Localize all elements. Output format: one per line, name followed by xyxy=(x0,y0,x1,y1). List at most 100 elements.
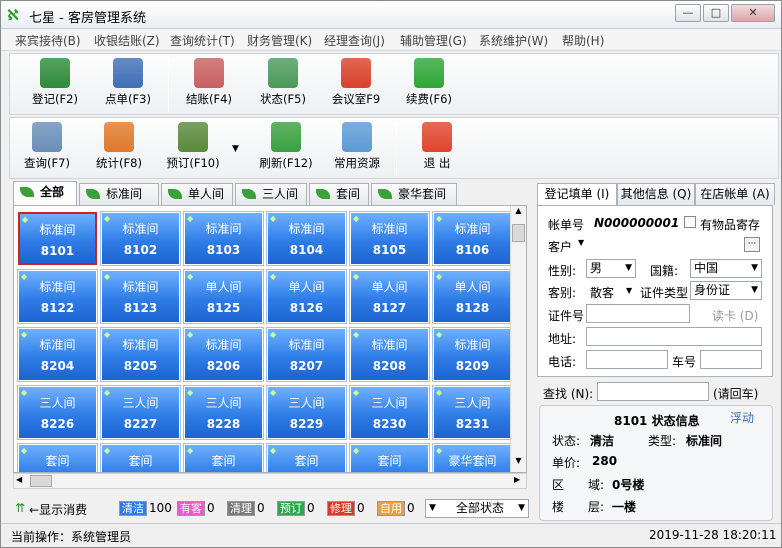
close-button[interactable]: ✕ xyxy=(731,4,775,22)
search-button[interactable]: 查询(F7) xyxy=(16,122,78,176)
menu-query-stats[interactable]: 查询统计(T) xyxy=(170,32,235,49)
tab-suite[interactable]: 套间 xyxy=(309,183,369,205)
tab-standard[interactable]: 标准间 xyxy=(79,183,159,205)
tab-all[interactable]: 全部 xyxy=(13,181,77,206)
room-flag-icon: ◆ xyxy=(104,272,111,281)
phone-input[interactable] xyxy=(586,350,668,369)
room-tile[interactable]: ◆ 标准间 8123 xyxy=(101,270,180,323)
gender-select[interactable]: 男 ▼ xyxy=(586,259,636,278)
nationality-select[interactable]: 中国 ▼ xyxy=(690,259,762,278)
guest-input[interactable] xyxy=(588,236,742,255)
find-input[interactable] xyxy=(597,382,709,401)
room-tile[interactable]: ◆ 标准间 8207 xyxy=(267,328,346,381)
recycle-refresh-icon xyxy=(271,122,301,152)
room-tile[interactable]: ◆ 豪华套间 xyxy=(433,444,512,472)
id-type-select[interactable]: 身份证 ▼ xyxy=(690,281,762,300)
renew-button[interactable]: 续费(F6) xyxy=(398,58,460,112)
scroll-left-icon[interactable]: ◀ xyxy=(16,475,22,484)
id-no-input[interactable] xyxy=(586,304,690,323)
scroll-right-icon[interactable]: ▶ xyxy=(514,475,520,484)
room-tile[interactable]: ◆ 标准间 8104 xyxy=(267,212,346,265)
guest-type-value[interactable]: 散客 xyxy=(590,284,614,301)
deposit-checkbox[interactable] xyxy=(684,216,696,228)
guest-dropdown-icon[interactable]: ▼ xyxy=(578,238,584,247)
menu-manager[interactable]: 经理查询(J) xyxy=(324,32,385,49)
room-number: 8102 xyxy=(123,243,158,257)
menu-auxiliary[interactable]: 辅助管理(G) xyxy=(400,32,467,49)
scroll-up-icon[interactable]: ▲ xyxy=(511,206,526,220)
tab-luxury-suite[interactable]: 豪华套间 xyxy=(371,183,457,205)
order-button[interactable]: 点单(F3) xyxy=(98,58,158,112)
menu-finance[interactable]: 财务管理(K) xyxy=(247,32,312,49)
show-consumption-toggle[interactable]: ←显示消费 xyxy=(29,501,87,518)
room-tile[interactable]: ◆ 三人间 8229 xyxy=(267,386,346,439)
room-tile[interactable]: ◆ 三人间 8226 xyxy=(18,386,97,439)
menu-system[interactable]: 系统维护(W) xyxy=(479,32,548,49)
statistics-button[interactable]: 统计(F8) xyxy=(88,122,150,176)
room-tile[interactable]: ◆ 标准间 8209 xyxy=(433,328,512,381)
tab-single[interactable]: 单人间 xyxy=(161,183,233,205)
menu-reception[interactable]: 来宾接待(B) xyxy=(15,32,81,49)
register-button[interactable]: 登记(F2) xyxy=(24,58,86,112)
room-type: 标准间 xyxy=(205,338,242,352)
room-tile[interactable]: ◆ 标准间 8122 xyxy=(18,270,97,323)
room-tile[interactable]: ◆ 单人间 8128 xyxy=(433,270,512,323)
booking-button[interactable]: 预订(F10) xyxy=(160,122,226,176)
room-tile[interactable]: ◆ 单人间 8125 xyxy=(184,270,263,323)
room-info-panel: 8101 状态信息 浮动 状态: 清洁 类型: 标准间 单价: 280 区 域:… xyxy=(539,405,773,521)
exit-button[interactable]: 退 出 xyxy=(406,122,468,176)
room-tile[interactable]: ◆ 套间 xyxy=(184,444,263,472)
minimize-button[interactable]: — xyxy=(675,4,701,22)
room-tile[interactable]: ◆ 三人间 8231 xyxy=(433,386,512,439)
gender-label: 性别: xyxy=(548,264,577,278)
room-tile[interactable]: ◆ 套间 xyxy=(350,444,429,472)
room-tile[interactable]: ◆ 单人间 8127 xyxy=(350,270,429,323)
room-tile[interactable]: ◆ 标准间 8208 xyxy=(350,328,429,381)
refresh-button[interactable]: 刷新(F12) xyxy=(254,122,318,176)
float-toggle[interactable]: 浮动 xyxy=(730,409,754,426)
room-tile[interactable]: ◆ 标准间 8204 xyxy=(18,328,97,381)
booking-dropdown-icon[interactable]: ▼ xyxy=(232,144,239,154)
room-number: 8205 xyxy=(123,359,158,373)
meeting-room-button[interactable]: 会议室F9 xyxy=(324,58,388,112)
room-tile[interactable]: ◆ 三人间 8228 xyxy=(184,386,263,439)
tab-other-info[interactable]: 其他信息 (Q) xyxy=(617,183,695,205)
room-number: 8128 xyxy=(455,301,490,315)
menu-cashier[interactable]: 收银结账(Z) xyxy=(94,32,160,49)
room-number: 8204 xyxy=(40,359,75,373)
tab-triple[interactable]: 三人间 xyxy=(235,183,307,205)
hscroll-thumb[interactable] xyxy=(30,475,52,487)
scroll-thumb[interactable] xyxy=(512,224,525,242)
tab-in-house-bill[interactable]: 在店帐单 (A) xyxy=(695,183,775,205)
resources-button[interactable]: 常用资源 xyxy=(326,122,388,176)
menu-help[interactable]: 帮助(H) xyxy=(562,32,604,49)
room-tile[interactable]: ◆ 标准间 8103 xyxy=(184,212,263,265)
horizontal-scrollbar[interactable]: ◀ ▶ xyxy=(13,473,527,489)
tab-register-form[interactable]: 登记填单 (I) xyxy=(537,183,617,205)
room-tile[interactable]: ◆ 套间 xyxy=(101,444,180,472)
room-tile[interactable]: ◆ 标准间 8205 xyxy=(101,328,180,381)
expand-up-icon[interactable]: ⇈ xyxy=(15,501,25,515)
status-button[interactable]: 状态(F5) xyxy=(252,58,314,112)
maximize-button[interactable]: □ xyxy=(703,4,729,22)
room-tile[interactable]: ◆ 标准间 8101 xyxy=(18,212,97,265)
status-filter-select[interactable]: ▼ 全部状态 ▼ xyxy=(425,499,529,518)
address-input[interactable] xyxy=(586,327,762,346)
plate-input[interactable] xyxy=(700,350,762,369)
guest-type-dropdown-icon[interactable]: ▼ xyxy=(626,286,632,295)
room-tile[interactable]: ◆ 标准间 8206 xyxy=(184,328,263,381)
scroll-down-icon[interactable]: ▼ xyxy=(511,456,526,470)
checkout-button[interactable]: 结账(F4) xyxy=(178,58,240,112)
status-bar: 当前操作：系统管理员 2019-11-28 18:20:11 xyxy=(1,523,781,547)
room-tile[interactable]: ◆ 单人间 8126 xyxy=(267,270,346,323)
room-tile[interactable]: ◆ 三人间 8227 xyxy=(101,386,180,439)
read-card-button[interactable]: 读卡 (D) xyxy=(712,307,758,324)
room-tile[interactable]: ◆ 标准间 8105 xyxy=(350,212,429,265)
room-tile[interactable]: ◆ 套间 xyxy=(18,444,97,472)
guest-browse-button[interactable]: ··· xyxy=(744,237,760,252)
vertical-scrollbar[interactable]: ▲ ▼ xyxy=(510,206,526,472)
room-tile[interactable]: ◆ 三人间 8230 xyxy=(350,386,429,439)
room-tile[interactable]: ◆ 标准间 8102 xyxy=(101,212,180,265)
room-tile[interactable]: ◆ 标准间 8106 xyxy=(433,212,512,265)
room-tile[interactable]: ◆ 套间 xyxy=(267,444,346,472)
